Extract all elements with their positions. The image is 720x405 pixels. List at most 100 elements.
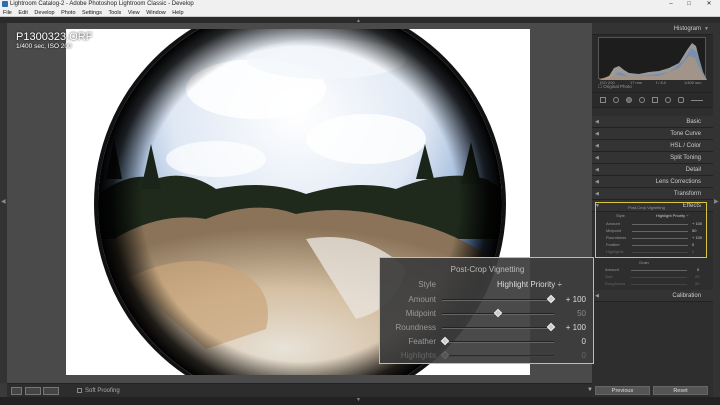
tool-strip [592,93,713,108]
red-eye-icon[interactable] [639,97,645,103]
vignetting-feather-label-mini: Feather [606,242,620,247]
menu-tools[interactable]: Tools [108,9,121,17]
panel-header-label: Tone Curve [670,131,701,137]
panel-header-calibration[interactable]: ◀ Calibration [592,290,713,302]
vignetting-amount-slider[interactable] [442,299,554,301]
panel-header-label: Split Toning [670,155,701,161]
vignetting-midpoint-slider-mini[interactable] [632,231,688,232]
panel-header-lens-corrections[interactable]: ◀ Lens Corrections [592,176,713,188]
vignetting-amount-value[interactable]: + 100 [550,295,586,304]
close-button[interactable]: ✕ [701,0,717,9]
vignetting-highlights-label: Highlights [400,351,436,360]
photo-exif: 1/400 sec, ISO 200 [16,43,72,50]
grain-size-value: 25 [695,274,700,279]
soft-proofing-toggle[interactable]: Soft Proofing [77,387,120,395]
grain-title: Grain [639,260,649,265]
vignetting-roundness-value[interactable]: + 100 [550,323,586,332]
vignetting-feather-label: Feather [408,337,436,346]
triangle-left-icon: ◀ [595,191,599,197]
bottom-toolbar: Soft Proofing ▼ [7,383,593,397]
spot-removal-icon[interactable] [626,97,632,103]
triangle-right-icon: ▶ [714,199,719,205]
grain-roughness-slider[interactable] [631,284,687,285]
graduated-filter-icon[interactable] [652,97,658,103]
grain-amount-slider[interactable] [631,270,687,271]
menu-window[interactable]: Window [146,9,166,17]
menu-settings[interactable]: Settings [82,9,102,17]
menu-help[interactable]: Help [172,9,183,17]
right-panel-toggle[interactable]: ▶ [713,23,720,397]
effects-vignetting-panel: Post-Crop Vignetting Style Highlight Pri… [595,202,707,258]
histogram-graph[interactable] [598,37,707,80]
before-after-swap-icon[interactable] [43,387,59,395]
triangle-left-icon: ◀ [595,155,599,161]
loupe-view-icon[interactable] [11,387,22,395]
original-photo-toggle[interactable]: ☐ Original Photo [598,84,632,90]
effects-grain-panel: Grain Amount 0 Size 25 Roughness 50 [595,258,707,290]
vignetting-amount-label-mini: Amount [606,221,620,226]
panel-header-label: Detail [685,167,701,173]
panel-header-split-toning[interactable]: ◀ Split Toning [592,152,713,164]
menu-view[interactable]: View [128,9,140,17]
grain-size-slider[interactable] [631,277,687,278]
grid-tool-icon[interactable] [600,97,606,103]
vignetting-style-dropdown[interactable]: Highlight Priority ÷ [497,280,562,289]
grain-amount-label: Amount [605,267,619,272]
photo-info-overlay: P1300323.ORF 1/400 sec, ISO 200 [16,31,92,51]
before-after-lr-icon[interactable] [25,387,41,395]
brush-tool-icon[interactable] [678,97,684,103]
vignetting-amount-value-mini: + 100 [692,221,703,226]
vignetting-feather-value[interactable]: 0 [550,337,586,346]
vignetting-amount-slider-mini[interactable] [632,224,688,225]
panel-header-transform[interactable]: ◀ Transform [592,188,713,200]
panel-header-hsl[interactable]: ◀ HSL / Color [592,140,713,152]
grain-roughness-value: 50 [695,281,700,286]
vignetting-feather-slider-mini[interactable] [632,245,688,246]
grain-amount-value: 0 [697,267,700,272]
vignetting-highlights-value[interactable]: 0 [550,351,586,360]
menu-develop[interactable]: Develop [34,9,54,17]
vignetting-style-value-mini[interactable]: Highlight Priority ÷ [656,213,688,218]
triangle-left-icon: ◀ [595,131,599,137]
panel-header-histogram[interactable]: Histogram ▼ [592,23,713,35]
panel-header-basic[interactable]: ◀ Basic [592,116,713,128]
vignetting-roundness-value-mini: + 100 [692,235,703,240]
reset-button[interactable]: Reset [653,386,708,395]
grain-size-label: Size [605,274,613,279]
vignetting-roundness-slider-mini[interactable] [632,238,688,239]
panel-header-label: Histogram [673,26,701,32]
maximize-button[interactable]: □ [681,0,697,9]
histogram-curve [599,43,707,80]
menu-edit[interactable]: Edit [18,9,27,17]
soft-proofing-label: Soft Proofing [85,388,120,394]
minimize-button[interactable]: – [663,0,679,9]
vignetting-title: Post-Crop Vignetting [450,265,525,274]
menu-photo[interactable]: Photo [61,9,75,17]
vignetting-highlights-value-mini: 0 [692,249,695,254]
left-panel-toggle[interactable]: ◀ [0,23,7,383]
vignetting-amount-label: Amount [408,295,436,304]
bottom-panel-toggle[interactable]: ▼ [0,397,720,405]
radial-filter-icon[interactable] [665,97,671,103]
vignetting-style-label: Style [418,280,436,289]
vignetting-midpoint-knob[interactable] [493,308,503,318]
panel-header-label: Transform [673,191,701,197]
previous-button[interactable]: Previous [595,386,650,395]
vignetting-feather-knob[interactable] [440,336,450,346]
range-mask-slider-icon[interactable] [691,100,703,101]
triangle-left-icon: ◀ [595,179,599,185]
menu-file[interactable]: File [3,9,12,17]
vignetting-highlights-slider-mini[interactable] [632,252,688,253]
crop-tool-icon[interactable] [613,97,619,103]
lightroom-app-icon [2,1,8,7]
vignetting-highlights-knob[interactable] [440,350,450,360]
photo-filename: P1300323.ORF [16,31,93,43]
vignetting-feather-slider[interactable] [442,341,554,343]
vignetting-midpoint-value[interactable]: 50 [550,309,586,318]
panel-header-tone-curve[interactable]: ◀ Tone Curve [592,128,713,140]
vignetting-highlights-slider[interactable] [442,355,554,357]
triangle-left-icon: ◀ [595,293,599,299]
panel-header-detail[interactable]: ◀ Detail [592,164,713,176]
vignetting-title-mini: Post-Crop Vignetting [628,205,665,210]
vignetting-roundness-slider[interactable] [442,327,554,329]
